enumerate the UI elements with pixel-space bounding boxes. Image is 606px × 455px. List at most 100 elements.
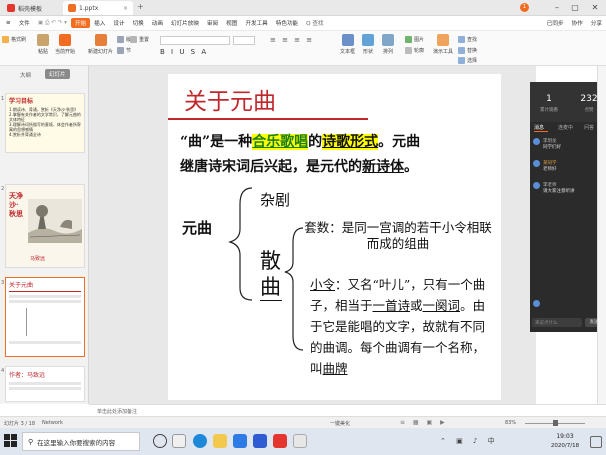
menu-insert[interactable]: 插入: [90, 18, 109, 28]
new-tab-button[interactable]: +: [137, 2, 144, 11]
section-button[interactable]: 节: [117, 47, 131, 54]
view-mode-icons[interactable]: ≡ ▦ ▣ ▶: [400, 419, 448, 426]
new-slide-button[interactable]: 新建幻灯片: [88, 34, 113, 55]
status-bar: 幻灯片 3 / 18 Network 一键美化 ≡ ▦ ▣ ▶ 83%: [0, 416, 606, 428]
arrange-icon: [382, 34, 394, 46]
zaju-label[interactable]: 杂剧: [260, 189, 290, 210]
menu-transition[interactable]: 切换: [129, 18, 148, 28]
tab-messages[interactable]: 消息: [534, 124, 544, 131]
slide-thumbnail-2[interactable]: 天净沙·秋思 马致远: [5, 184, 85, 268]
slide-title[interactable]: 关于元曲: [184, 82, 276, 116]
slide-thumbnail-3[interactable]: 关于元曲: [5, 277, 85, 357]
menu-search[interactable]: Q 查找: [302, 18, 327, 28]
sync-status[interactable]: 已同步: [543, 18, 568, 28]
text-format-icons[interactable]: B I U S A: [160, 48, 208, 56]
task-view-multi-icon[interactable]: [172, 434, 186, 448]
layout-icon: [117, 36, 124, 43]
tab-mic[interactable]: 连麦中: [558, 124, 573, 131]
slide-thumbnail-1[interactable]: 学习目标 1.朗读诗、背诵，赏析《天净沙·秋思》 2.掌握有关作者的文学常识，了…: [5, 93, 85, 153]
speaker-icon[interactable]: [533, 300, 540, 307]
paste-button[interactable]: 粘贴: [37, 34, 49, 55]
theme-name: Network: [42, 420, 63, 426]
thumb-line: 3.理解诗词所描写的意境，体会作者所寄寓的思想感情: [9, 122, 81, 132]
menu-animation[interactable]: 动画: [148, 18, 167, 28]
windows-start-icon[interactable]: [4, 434, 17, 447]
font-size-select[interactable]: [233, 36, 255, 45]
xiaoling-definition[interactable]: 小令：又名“叶儿”，只有一个曲子，相当于一首诗或一阕词。由于它是能唱的文字，故就…: [310, 274, 496, 379]
sanqu-label[interactable]: 散曲: [260, 248, 282, 301]
arrange-button[interactable]: 排列: [382, 34, 394, 55]
minimize-icon[interactable]: –: [550, 1, 564, 15]
chat-input[interactable]: 来说点什么: [532, 318, 582, 327]
maximize-icon[interactable]: ▢: [568, 1, 582, 15]
wps-logo-icon: [7, 4, 15, 12]
beautify-button[interactable]: 一键美化: [330, 420, 350, 427]
zoom-slider-handle[interactable]: [553, 420, 558, 426]
thumb-line: 4.赏析并背诵全诗: [9, 132, 41, 137]
search-icon: ⚲: [28, 437, 34, 446]
textbox-button[interactable]: 文本框: [340, 34, 355, 55]
tab-pptx-file[interactable]: 1.pptx ×: [63, 1, 133, 15]
slides-tab[interactable]: 幻灯片: [45, 69, 70, 79]
picture-button[interactable]: 图片: [405, 36, 424, 43]
collaborate-button[interactable]: 协作: [568, 18, 587, 28]
thumb-author: 马致远: [30, 256, 46, 262]
quick-access-icons[interactable]: ▣ ⎙ ↶ ↷ ▾: [34, 19, 71, 28]
wps-writer-icon[interactable]: [253, 434, 267, 448]
menu-start[interactable]: 开始: [70, 18, 91, 28]
edge-browser-icon[interactable]: [193, 434, 207, 448]
taskbar-search-box[interactable]: ⚲ 在这里输入你要搜索的内容: [22, 432, 140, 451]
thumb-title: 学习目标: [9, 98, 34, 105]
menu-devtools[interactable]: 开发工具: [241, 18, 271, 28]
menu-view[interactable]: 视图: [222, 18, 241, 28]
new-poetry-style-text: 新诗体: [362, 159, 404, 175]
select-button[interactable]: 选择: [458, 57, 477, 64]
paragraph-icons[interactable]: ≡ ≡ ≡ ≡: [270, 36, 314, 44]
outline-tab[interactable]: 大纲: [20, 71, 31, 79]
font-family-select[interactable]: [160, 36, 230, 45]
slide-thumbnail-4[interactable]: 作者：马致远: [5, 366, 85, 402]
menu-file[interactable]: 文件: [15, 18, 34, 28]
app-icon[interactable]: [293, 434, 307, 448]
menu-slideshow[interactable]: 幻灯片放映: [167, 18, 203, 28]
task-view-icon[interactable]: [153, 434, 167, 448]
menu-hamburger-icon[interactable]: ≡: [2, 19, 15, 27]
notification-badge[interactable]: 1: [520, 3, 529, 12]
clock-time[interactable]: 19:03: [548, 433, 582, 440]
active-tab-underline: [534, 131, 548, 132]
shapes-button[interactable]: 形状: [362, 34, 374, 55]
notifications-icon[interactable]: [590, 436, 602, 448]
presentation-tools-button[interactable]: 演示工具: [433, 34, 453, 55]
menu-design[interactable]: 设计: [109, 18, 128, 28]
avatar: [533, 182, 540, 189]
zoom-level[interactable]: 83%: [505, 420, 516, 426]
start-from-current-button[interactable]: 当前开始: [55, 34, 75, 55]
yuanqu-label[interactable]: 元曲: [182, 217, 212, 238]
stat-label-views: 累计观看: [540, 108, 558, 113]
file-explorer-icon[interactable]: [213, 434, 227, 448]
menu-review[interactable]: 审阅: [203, 18, 222, 28]
section-icon: [117, 47, 124, 54]
outline-button[interactable]: 轮廓: [405, 47, 424, 54]
taoshu-definition[interactable]: 套数：是同一宫调的若干小令相联而成的组曲: [303, 220, 493, 252]
right-side-toolbar[interactable]: [597, 66, 606, 404]
system-tray-icons[interactable]: ⌃ ▣ ♪ 中: [440, 436, 499, 446]
tab-qa[interactable]: 问答: [584, 124, 594, 131]
title-bar: 稻壳模板 1.pptx × + 1 – ▢ ✕: [0, 0, 606, 16]
slide[interactable]: 关于元曲 “曲”是一种合乐歌唱的诗歌形式。元曲 继唐诗宋词后兴起，是元代的新诗体…: [168, 74, 501, 400]
notes-area[interactable]: 单击此处添加备注: [89, 404, 606, 416]
close-tab-icon[interactable]: ×: [123, 5, 128, 12]
clock-date[interactable]: 2020/7/18: [545, 443, 585, 449]
replace-button[interactable]: 替换: [458, 47, 477, 54]
tab-daoke-templates[interactable]: 稻壳模板: [2, 1, 47, 15]
format-painter-button[interactable]: 格式刷: [2, 36, 26, 43]
store-icon[interactable]: [233, 434, 247, 448]
wps-office-icon[interactable]: [273, 434, 287, 448]
share-button[interactable]: 分享: [587, 18, 606, 28]
reset-button[interactable]: 重置: [130, 36, 149, 43]
definition-line-2[interactable]: 继唐诗宋词后兴起，是元代的新诗体。: [180, 156, 498, 176]
close-window-icon[interactable]: ✕: [588, 1, 602, 15]
menu-features[interactable]: 特色功能: [272, 18, 302, 28]
definition-line-1[interactable]: “曲”是一种合乐歌唱的诗歌形式。元曲: [180, 131, 498, 151]
find-button[interactable]: 查找: [458, 36, 477, 43]
